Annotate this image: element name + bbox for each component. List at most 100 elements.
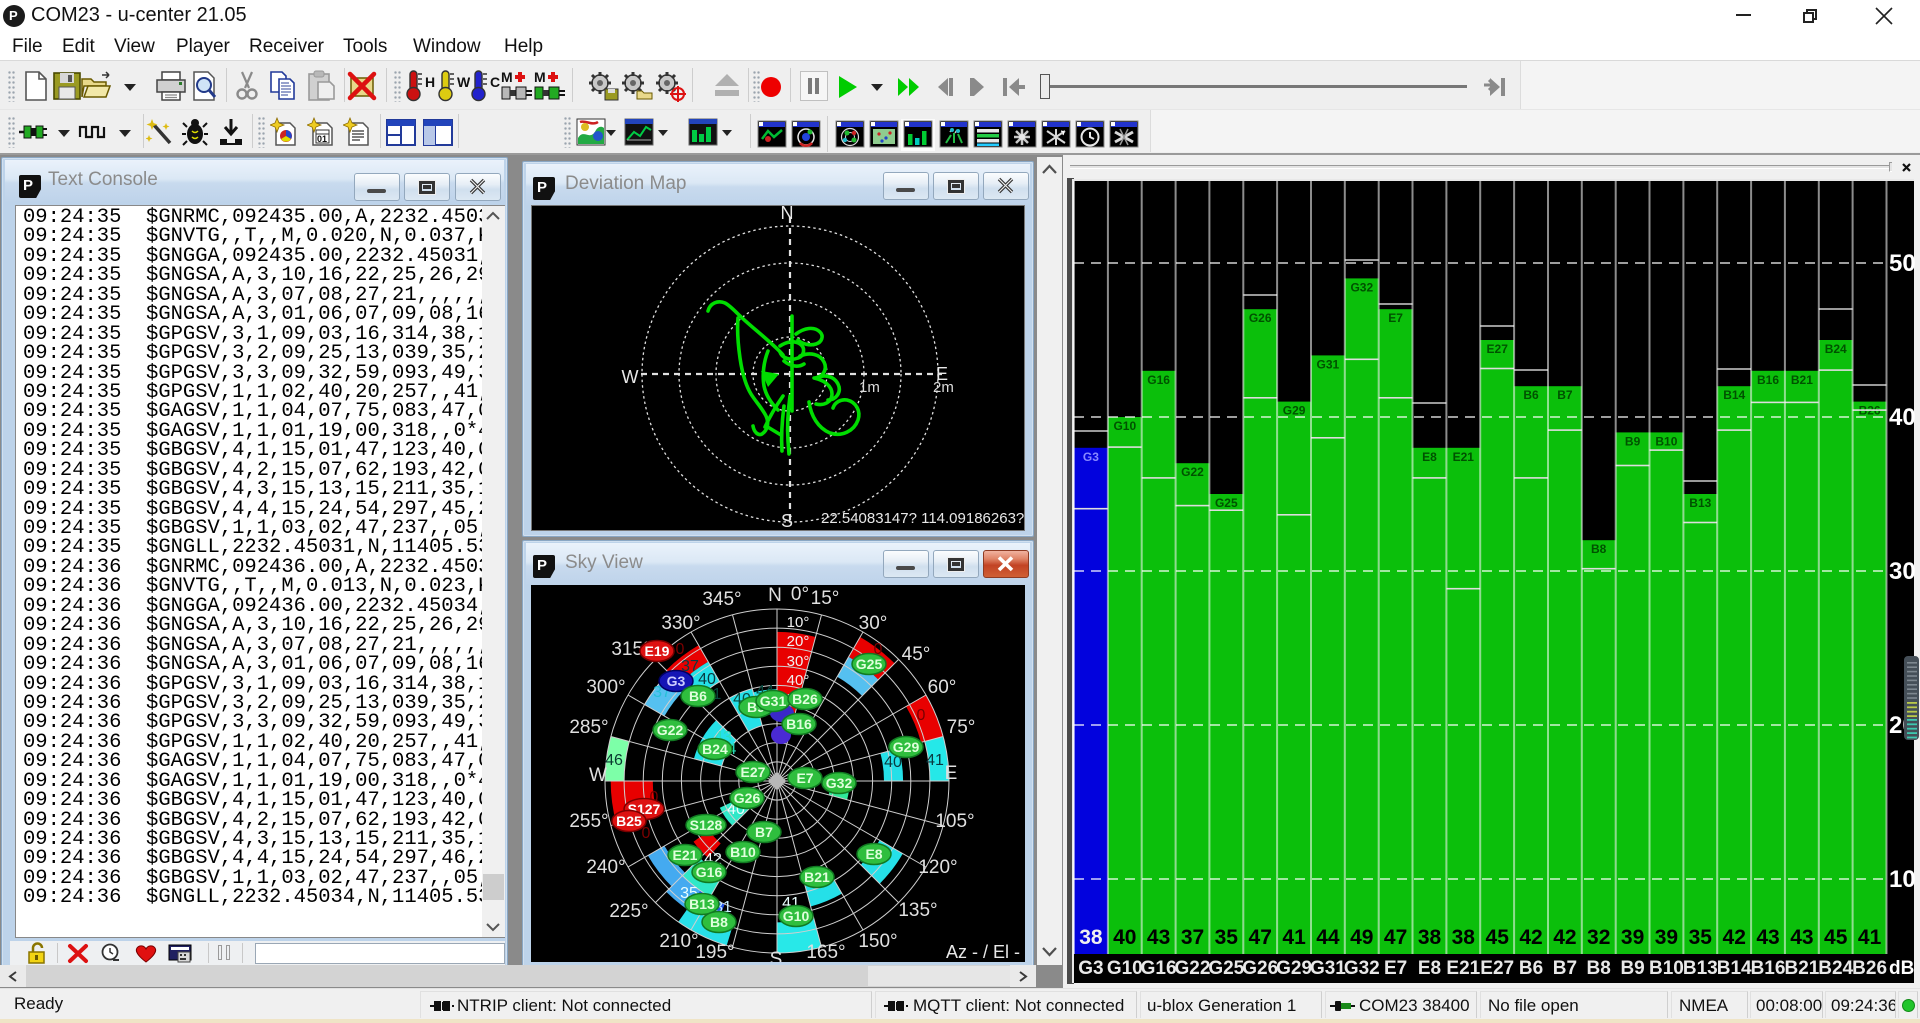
svg-text:41: 41	[1282, 926, 1306, 949]
svg-text:B6: B6	[689, 688, 707, 704]
svg-text:M: M	[534, 69, 546, 85]
svg-text:22.54083147? 114.09186263?: 22.54083147? 114.09186263?	[821, 510, 1024, 527]
svg-text:G25: G25	[856, 656, 883, 672]
svg-text:0: 0	[917, 707, 926, 724]
svg-text:N: N	[781, 206, 794, 223]
svg-text:37: 37	[1181, 926, 1204, 949]
svg-text:B6: B6	[1523, 388, 1539, 402]
svg-text:G25: G25	[1208, 958, 1244, 979]
svg-text:B21: B21	[804, 869, 830, 885]
svg-text:135°: 135°	[898, 900, 937, 921]
svg-text:E7: E7	[1384, 958, 1407, 979]
svg-text:10: 10	[1889, 866, 1916, 893]
svg-text:G10: G10	[783, 908, 810, 924]
svg-text:G26: G26	[1249, 311, 1272, 325]
svg-text:G16: G16	[1141, 958, 1177, 979]
svg-text:195°: 195°	[695, 942, 734, 962]
svg-text:20°: 20°	[787, 633, 810, 650]
svg-text:120°: 120°	[918, 857, 957, 878]
svg-text:41: 41	[926, 752, 944, 769]
svg-text:E8: E8	[865, 846, 882, 862]
svg-text:G31: G31	[1310, 958, 1346, 979]
svg-text:G26: G26	[734, 790, 761, 806]
svg-text:B10: B10	[730, 844, 756, 860]
svg-text:S: S	[770, 949, 783, 962]
svg-text:Az - / El -: Az - / El -	[946, 942, 1020, 962]
svg-text:1m: 1m	[859, 379, 880, 396]
svg-text:E8: E8	[1422, 450, 1437, 464]
svg-text:345°: 345°	[702, 589, 741, 610]
svg-text:0: 0	[676, 641, 685, 658]
svg-text:75°: 75°	[947, 717, 976, 738]
svg-text:G25: G25	[1215, 496, 1238, 510]
svg-text:S128: S128	[690, 817, 723, 833]
svg-text:G32: G32	[826, 775, 853, 791]
svg-text:E7: E7	[1388, 311, 1403, 325]
svg-text:46: 46	[605, 752, 623, 769]
svg-text:N: N	[768, 585, 782, 606]
svg-text:G16: G16	[1147, 373, 1170, 387]
svg-text:45°: 45°	[902, 644, 931, 665]
svg-text:B16: B16	[1751, 958, 1786, 979]
svg-text:E8: E8	[1418, 958, 1441, 979]
svg-text:E21: E21	[1446, 958, 1480, 979]
svg-text:38: 38	[1079, 926, 1103, 949]
svg-text:300°: 300°	[586, 677, 625, 698]
svg-text:B24: B24	[1818, 958, 1853, 979]
svg-text:G26: G26	[1242, 958, 1278, 979]
svg-text:240°: 240°	[586, 857, 625, 878]
svg-text:G3: G3	[667, 673, 686, 689]
svg-text:44: 44	[1316, 926, 1340, 949]
svg-text:G3: G3	[1078, 958, 1103, 979]
svg-text:B8: B8	[1587, 958, 1611, 979]
svg-text:B13: B13	[689, 896, 715, 912]
svg-text:47: 47	[1384, 926, 1407, 949]
svg-text:43: 43	[1756, 926, 1779, 949]
svg-text:43: 43	[1147, 926, 1170, 949]
svg-text:210°: 210°	[659, 931, 698, 952]
svg-text:38: 38	[1418, 926, 1442, 949]
svg-text:B7: B7	[1553, 958, 1577, 979]
svg-text:330°: 330°	[661, 613, 700, 634]
svg-text:B8: B8	[1591, 542, 1607, 556]
svg-text:G29: G29	[893, 739, 920, 755]
svg-text:G29: G29	[1283, 404, 1306, 418]
svg-text:15°: 15°	[811, 588, 840, 609]
svg-text:B13: B13	[1683, 958, 1718, 979]
svg-text:B14: B14	[1723, 388, 1745, 402]
svg-text:45: 45	[1486, 926, 1510, 949]
svg-text:01: 01	[317, 134, 327, 144]
svg-text:47: 47	[1249, 926, 1272, 949]
svg-text:42: 42	[1553, 926, 1576, 949]
svg-text:40: 40	[1889, 404, 1916, 431]
svg-text:B21: B21	[1784, 958, 1819, 979]
svg-text:B24: B24	[702, 741, 728, 757]
svg-text:B21: B21	[1791, 373, 1813, 387]
svg-text:E27: E27	[1487, 342, 1509, 356]
svg-text:G22: G22	[1175, 958, 1211, 979]
svg-text:30: 30	[1889, 558, 1916, 585]
svg-text:W: W	[622, 367, 639, 387]
svg-text:49: 49	[1350, 926, 1373, 949]
svg-text:G31: G31	[760, 693, 787, 709]
svg-text:C: C	[490, 74, 500, 90]
svg-text:225°: 225°	[609, 901, 648, 922]
svg-text:38: 38	[1452, 926, 1476, 949]
svg-text:B9: B9	[1625, 434, 1641, 448]
svg-text:45: 45	[1824, 926, 1848, 949]
svg-text:B8: B8	[710, 914, 728, 930]
svg-text:255°: 255°	[569, 811, 608, 832]
svg-text:10°: 10°	[787, 614, 810, 631]
svg-text:B16: B16	[1757, 373, 1779, 387]
svg-text:B26: B26	[792, 691, 818, 707]
svg-text:43: 43	[1790, 926, 1813, 949]
svg-text:G10: G10	[1107, 958, 1143, 979]
svg-text:E27: E27	[1480, 958, 1514, 979]
svg-text:B10: B10	[1649, 958, 1684, 979]
svg-text:B6: B6	[1519, 958, 1543, 979]
svg-text:B25: B25	[616, 813, 642, 829]
svg-text:32: 32	[1587, 926, 1610, 949]
svg-text:B10: B10	[1655, 434, 1677, 448]
svg-text:35: 35	[1689, 926, 1713, 949]
svg-text:E7: E7	[796, 770, 813, 786]
